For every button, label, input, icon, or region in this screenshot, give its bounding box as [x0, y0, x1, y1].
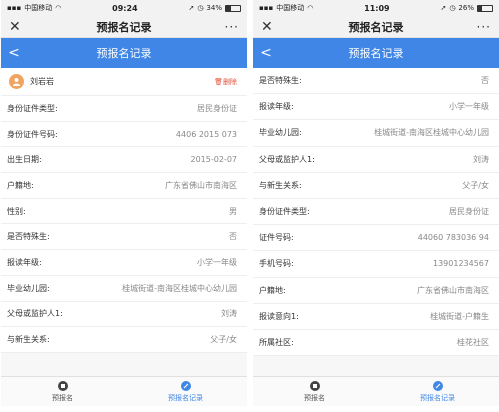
list-item: 户籍地: 广东省佛山市南海区: [1, 173, 247, 199]
list-item: 父母或监护人1: 刘涛: [253, 147, 499, 173]
status-bar: ▪▪▪ 中国移动 ◠ 09:24 ➚ ◷ 34%: [1, 0, 247, 16]
bottom-tab-bar: 预报名 预报名记录: [1, 376, 247, 406]
tab-label: 预报名记录: [168, 393, 203, 402]
close-button[interactable]: ✕: [261, 19, 279, 35]
list-item: 是否特殊生: 否: [253, 68, 499, 95]
location-icon: ➚: [188, 4, 195, 12]
battery-percent: 26%: [458, 4, 474, 12]
bottom-tab-bar: 预报名 预报名记录: [253, 376, 499, 406]
carrier-label: 中国移动: [276, 4, 305, 12]
list-item: 父母或监护人1: 刘涛: [1, 302, 247, 328]
tab-label: 预报名: [304, 393, 325, 402]
wifi-icon: ◠: [307, 4, 314, 12]
header-title: 预报名记录: [96, 47, 152, 60]
battery-percent: 34%: [206, 4, 222, 12]
tab-pre-registration-records[interactable]: 预报名记录: [124, 377, 247, 406]
record-detail-list: 身份证件类型: 居民身份证 身份证件号码: 4406 2015 073 出生日期: 2…: [1, 96, 247, 353]
delete-button[interactable]: 🗑删除: [214, 77, 237, 87]
header-bar: < 预报名记录: [1, 38, 247, 68]
clock: 11:09: [364, 3, 390, 13]
tab-pre-registration-records[interactable]: 预报名记录: [376, 377, 499, 406]
applicant-header: 刘岩岩 🗑删除: [1, 68, 247, 96]
right-phone-screen: ▪▪▪ 中国移动 ◠ 11:09 ➚ ◷ 26% ✕ 预报名记录 ··· < 预…: [253, 0, 499, 406]
list-item: 毕业幼儿园: 桂城街道-南海区桂城中心幼儿园: [253, 120, 499, 147]
list-item: 出生日期: 2015-02-07: [1, 147, 247, 174]
list-item: 手机号码: 13901234567: [253, 251, 499, 278]
list-item: 身份证件号码: 4406 2015 073: [1, 122, 247, 148]
list-item: 与新生关系: 父子/女: [253, 173, 499, 199]
carrier-label: 中国移动: [24, 4, 53, 12]
tab-pre-registration[interactable]: 预报名: [1, 377, 124, 406]
list-item: 报读年级: 小学一年级: [1, 250, 247, 276]
applicant-name: 刘岩岩: [30, 77, 54, 86]
list-item: 所属社区: 桂花社区: [253, 330, 499, 357]
list-item: 身份证件类型: 居民身份证: [253, 199, 499, 226]
home-icon: [57, 380, 68, 391]
app-title-bar: ✕ 预报名记录 ···: [253, 16, 499, 38]
record-detail-list: 是否特殊生: 否 报读年级: 小学一年级 毕业幼儿园: 桂城街道-南海区桂城中心幼儿园…: [253, 68, 499, 357]
list-item: 户籍地: 广东省佛山市南海区: [253, 278, 499, 304]
left-phone-screen: ▪▪▪ 中国移动 ◠ 09:24 ➚ ◷ 34% ✕ 预报名记录 ··· < 预…: [1, 0, 247, 406]
location-icon: ➚: [440, 4, 447, 12]
alarm-icon: ◷: [449, 4, 456, 12]
pen-icon: [432, 380, 443, 391]
pen-icon: [180, 380, 191, 391]
list-item: 报读年级: 小学一年级: [253, 94, 499, 121]
header-bar: < 预报名记录: [253, 38, 499, 68]
list-item: 性别: 男: [1, 199, 247, 225]
status-bar: ▪▪▪ 中国移动 ◠ 11:09 ➚ ◷ 26%: [253, 0, 499, 16]
tab-pre-registration[interactable]: 预报名: [253, 377, 376, 406]
user-avatar-icon: [9, 74, 24, 89]
tab-label: 预报名: [52, 393, 73, 402]
signal-icon: ▪▪▪: [259, 4, 274, 12]
more-options-button[interactable]: ···: [221, 20, 239, 34]
page-title: 预报名记录: [348, 20, 404, 34]
back-button[interactable]: <: [1, 45, 27, 61]
battery-icon: [476, 4, 493, 12]
more-options-button[interactable]: ···: [473, 20, 491, 34]
home-icon: [309, 380, 320, 391]
list-item: 与新生关系: 父子/女: [1, 327, 247, 353]
divider: [249, 0, 251, 412]
back-button[interactable]: <: [253, 45, 279, 61]
battery-icon: [224, 4, 241, 12]
list-item: 报读意向1: 桂城街道-户籍生: [253, 304, 499, 330]
close-button[interactable]: ✕: [9, 19, 27, 35]
clock: 09:24: [112, 3, 138, 13]
wifi-icon: ◠: [55, 4, 62, 12]
page-title: 预报名记录: [96, 20, 152, 34]
list-item: 是否特殊生: 否: [1, 224, 247, 251]
list-item: 毕业幼儿园: 桂城街道-南海区桂城中心幼儿园: [1, 276, 247, 302]
list-item: 身份证件类型: 居民身份证: [1, 96, 247, 122]
signal-icon: ▪▪▪: [7, 4, 22, 12]
alarm-icon: ◷: [197, 4, 204, 12]
app-title-bar: ✕ 预报名记录 ···: [1, 16, 247, 38]
list-item: 证件号码: 44060 783036 94: [253, 225, 499, 252]
trash-icon: 🗑: [214, 77, 223, 86]
header-title: 预报名记录: [348, 47, 404, 60]
tab-label: 预报名记录: [420, 393, 455, 402]
